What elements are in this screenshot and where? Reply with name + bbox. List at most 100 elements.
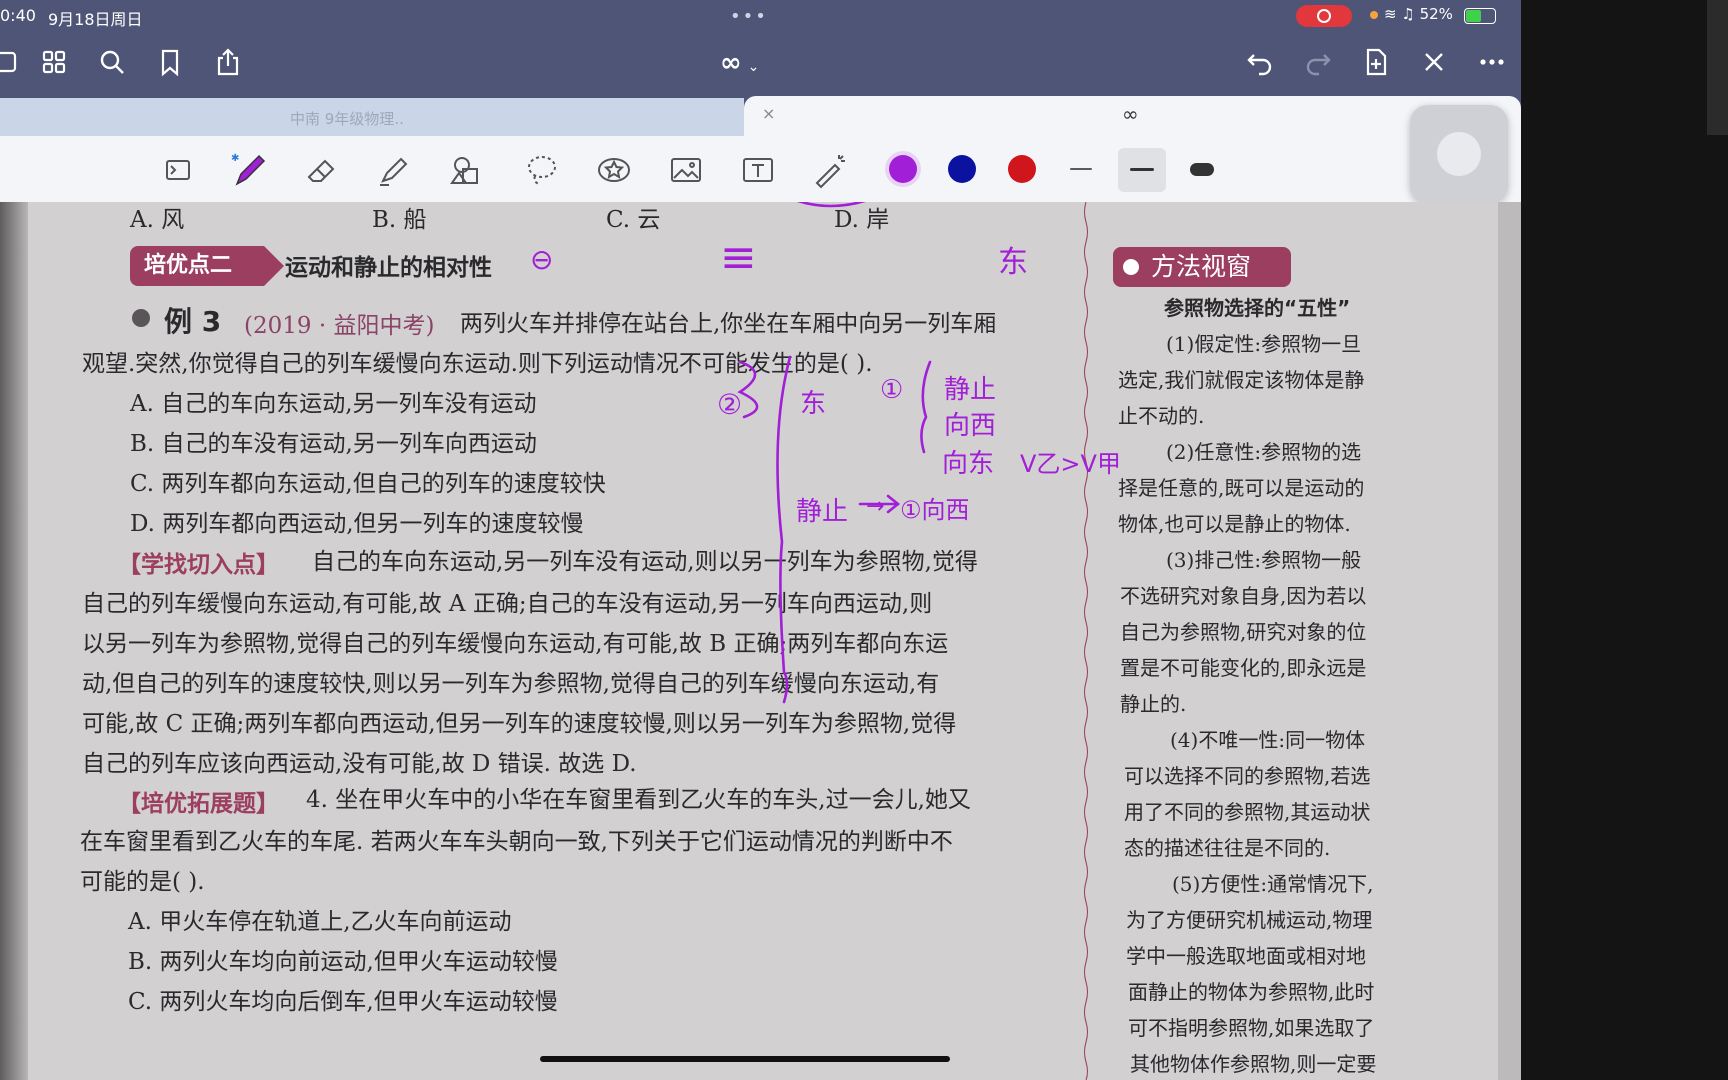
floating-assistive-button[interactable]	[1410, 105, 1508, 203]
method-line-10: 置是不可能变化的,即永远是	[1120, 656, 1367, 680]
page-view-icon[interactable]	[156, 148, 200, 192]
section-tag: 培优点二	[130, 246, 284, 286]
shapes-tool-icon[interactable]	[444, 148, 488, 192]
extend-line-2: 在车窗里看到乙火车的车尾. 若两火车车头朝向一致,下列关于它们运动情况的判断中不	[80, 829, 953, 855]
method-line-1: (1)假定性:参照物一旦	[1166, 332, 1362, 356]
lasso-tool-icon[interactable]	[520, 148, 564, 192]
analysis-tag: 【学找切入点】	[118, 551, 279, 578]
status-date: 9月18日周日	[48, 10, 143, 29]
sidebar-icon[interactable]	[0, 44, 22, 80]
method-line-8: 不选研究对象自身,因为若以	[1120, 584, 1367, 608]
method-line-6: 物体,也可以是静止的物体.	[1118, 512, 1351, 536]
stroke-medium-option[interactable]	[1130, 168, 1154, 171]
close-ink-icon[interactable]	[1416, 44, 1452, 80]
mic-indicator-icon	[1370, 11, 1378, 19]
option-b-top: B. 船	[372, 207, 427, 233]
stroke-thick-option[interactable]	[1190, 163, 1214, 176]
choice-c: C. 两列车都向东运动,但自己的列车的速度较快	[130, 471, 606, 497]
multitask-dots-icon[interactable]: •••	[730, 6, 768, 27]
option-a-top: A. 风	[130, 207, 185, 233]
document-page: A. 风 B. 船 C. 云 D. 岸 培优点二 运动和静止的相对性 例 3 (…	[0, 202, 1521, 1080]
analysis-line-3: 以另一列车为参照物,觉得自己的列车缓慢向东运动,有可能,故 B 正确;两列车都向…	[82, 631, 949, 657]
extend-line-1: 4. 坐在甲火车中的小华在车窗里看到乙火车的车头,过一会儿,她又	[306, 787, 971, 813]
method-line-20: 可不指明参照物,如果选取了	[1128, 1016, 1375, 1040]
example-label: 例 3	[164, 305, 222, 338]
color-red-swatch[interactable]	[1008, 155, 1036, 183]
laser-pointer-icon[interactable]	[808, 148, 852, 192]
extend-tag: 【培优拓展题】	[118, 790, 279, 817]
analysis-line-2: 自己的列车缓慢向东运动,有可能,故 A 正确;自己的车没有运动,另一列车向西运动…	[82, 591, 933, 617]
share-icon[interactable]	[210, 44, 246, 80]
color-purple-swatch[interactable]	[889, 155, 917, 183]
example-bullet-icon	[132, 309, 150, 327]
option-d-top: D. 岸	[834, 207, 890, 233]
undo-icon[interactable]	[1242, 44, 1278, 80]
extend-choice-c: C. 两列火车均向后倒车,但甲火车运动较慢	[128, 989, 558, 1015]
section-title: 运动和静止的相对性	[285, 255, 492, 281]
extend-line-3: 可能的是( ).	[80, 869, 205, 895]
choice-a: A. 自己的车向东运动,另一列车没有运动	[130, 391, 537, 417]
close-tab-icon[interactable]: ×	[762, 104, 775, 123]
choice-b: B. 自己的车没有运动,另一列车向西运动	[130, 431, 537, 457]
extend-choice-b: B. 两列火车均向前运动,但甲火车运动较慢	[128, 949, 558, 975]
more-icon[interactable]	[1474, 44, 1510, 80]
method-line-18: 学中一般选取地面或相对地	[1126, 944, 1366, 968]
analysis-line-1: 自己的车向东运动,另一列车没有运动,则以另一列车为参照物,觉得	[312, 549, 978, 575]
highlighter-tool-icon[interactable]	[372, 148, 416, 192]
method-line-19: 面静止的物体为参照物,此时	[1128, 980, 1375, 1004]
method-line-2: 选定,我们就假定该物体是静	[1118, 368, 1365, 392]
method-subtitle: 参照物选择的“五性”	[1164, 296, 1351, 320]
tab-inactive[interactable]: 中南 9年级物理..	[0, 98, 744, 136]
color-blue-swatch[interactable]	[948, 155, 976, 183]
method-line-16: (5)方便性:通常情况下,	[1172, 872, 1374, 896]
search-icon[interactable]	[94, 44, 130, 80]
image-tool-icon[interactable]	[664, 148, 708, 192]
battery-percent: 52%	[1419, 5, 1453, 23]
method-line-12: (4)不唯一性:同一物体	[1170, 728, 1366, 752]
grid-icon[interactable]	[36, 44, 72, 80]
example-line-1: 两列火车并排停在站台上,你坐在车厢中向另一列车厢	[460, 311, 997, 337]
method-line-21: 其他物体作参照物,则一定要	[1130, 1052, 1377, 1076]
wifi-headphones-icon: ≋ ♫ 52%	[1384, 5, 1453, 23]
redo-icon[interactable]	[1300, 44, 1336, 80]
bookmark-icon[interactable]	[152, 44, 188, 80]
home-indicator[interactable]	[540, 1056, 950, 1062]
svg-text:✱: ✱	[231, 153, 239, 164]
analysis-line-4: 动,但自己的列车的速度较快,则以另一列车为参照物,觉得自己的列车缓慢向东运动,有	[82, 671, 940, 697]
method-line-11: 静止的.	[1120, 692, 1187, 716]
example-source: (2019 · 益阳中考)	[244, 313, 435, 339]
top-toolbar: 0:40 9月18日周日 ••• ≋ ♫ 52% ∞ ⌄	[0, 0, 1521, 98]
analysis-line-6: 自己的列车应该向西运动,没有可能,故 D 错误. 故选 D.	[82, 751, 637, 777]
ipad-screen: 0:40 9月18日周日 ••• ≋ ♫ 52% ∞ ⌄ 中南 9年级物理.. …	[0, 0, 1521, 1080]
method-line-17: 为了方便研究机械运动,物理	[1126, 908, 1373, 932]
screen-recording-icon[interactable]	[1296, 5, 1352, 27]
drawing-toolbar: ✱	[0, 136, 1521, 203]
eraser-tool-icon[interactable]	[300, 148, 344, 192]
add-page-icon[interactable]	[1358, 44, 1394, 80]
analysis-line-5: 可能,故 C 正确;两列车都向西运动,但另一列车的速度较慢,则以另一列车为参照物…	[82, 711, 957, 737]
method-line-15: 态的描述往往是不同的.	[1124, 836, 1331, 860]
status-time: 0:40	[0, 6, 36, 25]
example-line-2: 观望.突然,你觉得自己的列车缓慢向东运动.则下列运动情况不可能发生的是( ).	[82, 351, 873, 377]
screen-bezel	[1521, 0, 1728, 1080]
pen-tool-icon[interactable]: ✱	[228, 148, 272, 192]
document-title[interactable]: ∞ ⌄	[720, 48, 759, 78]
choice-d: D. 两列车都向西运动,但另一列车的速度较慢	[130, 511, 584, 537]
battery-icon	[1464, 8, 1496, 24]
method-line-3: 止不动的.	[1118, 404, 1205, 428]
method-window-title: 方法视窗	[1113, 247, 1291, 287]
stroke-thin-option[interactable]	[1070, 168, 1092, 170]
sticker-tool-icon[interactable]	[592, 148, 636, 192]
extend-choice-a: A. 甲火车停在轨道上,乙火车向前运动	[128, 909, 512, 935]
document-tabs: 中南 9年级物理.. × ∞	[0, 96, 1521, 136]
method-line-4: (2)任意性:参照物的选	[1166, 440, 1362, 464]
method-line-13: 可以选择不同的参照物,若选	[1124, 764, 1371, 788]
text-tool-icon[interactable]	[736, 148, 780, 192]
tab-active[interactable]: × ∞	[744, 96, 1521, 136]
option-c-top: C. 云	[606, 207, 661, 233]
method-line-9: 自己为参照物,研究对象的位	[1120, 620, 1367, 644]
column-divider	[1084, 202, 1088, 1080]
method-line-14: 用了不同的参照物,其运动状	[1124, 800, 1371, 824]
method-line-7: (3)排己性:参照物一般	[1166, 548, 1362, 572]
method-line-5: 择是任意的,既可以是运动的	[1118, 476, 1365, 500]
